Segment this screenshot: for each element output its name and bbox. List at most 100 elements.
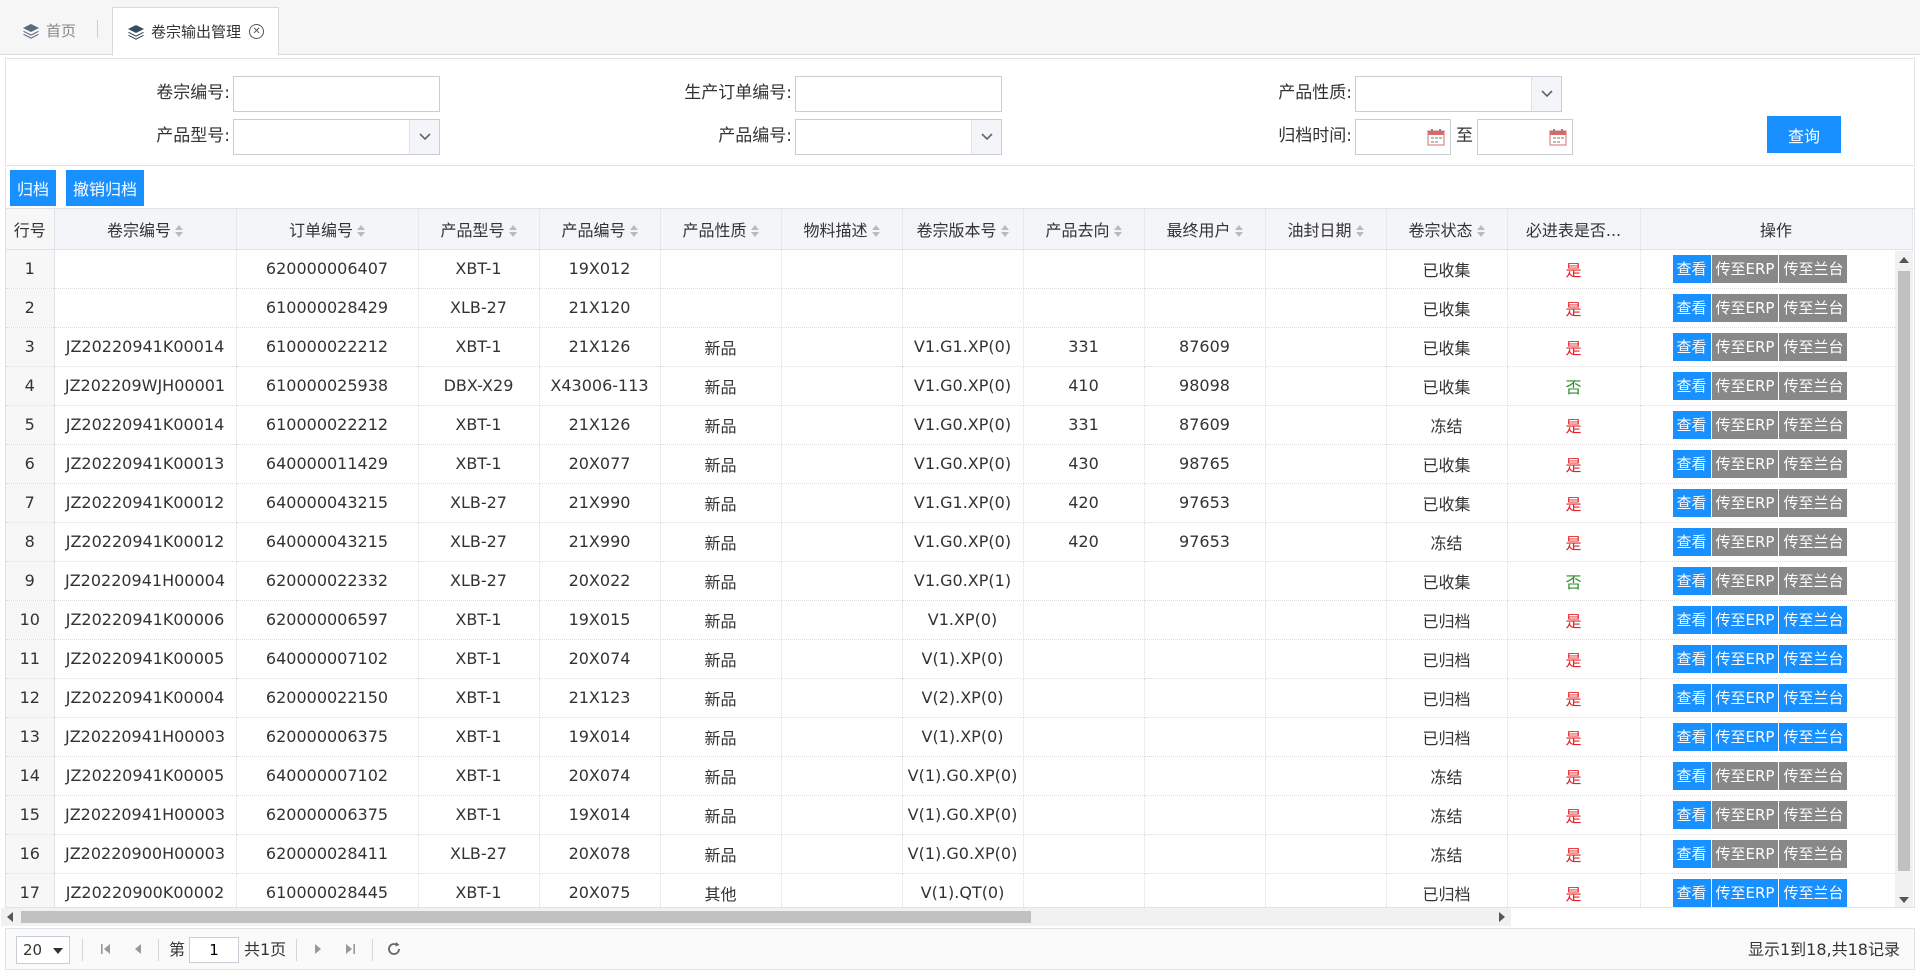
archive-button[interactable]: 归档 xyxy=(10,170,57,206)
scroll-right-icon[interactable] xyxy=(1499,912,1505,922)
sort-icon[interactable] xyxy=(750,225,759,238)
scroll-thumb[interactable] xyxy=(1898,271,1910,871)
view-button[interactable]: 查看 xyxy=(1672,878,1711,907)
table-row[interactable]: 8 JZ20220941K00012 640000043215 XLB-27 21X99… xyxy=(6,522,1913,562)
column-header[interactable]: 行号 xyxy=(6,209,55,250)
send-to-erp-button[interactable]: 传至ERP xyxy=(1711,527,1779,556)
view-button[interactable]: 查看 xyxy=(1672,566,1711,595)
send-to-erp-button[interactable]: 传至ERP xyxy=(1711,332,1779,361)
close-icon[interactable]: ✕ xyxy=(249,24,265,39)
table-row[interactable]: 13 JZ20220941H00003 620000006375 XBT-1 19X01… xyxy=(6,717,1913,757)
table-row[interactable]: 7 JZ20220941K00012 640000043215 XLB-27 21X99… xyxy=(6,483,1913,523)
table-row[interactable]: 1 620000006407 XBT-1 19X012 已收集是查看 传至ERP 传至兰台 xyxy=(6,249,1913,289)
calendar-icon[interactable] xyxy=(1549,128,1567,146)
send-to-lantai-button[interactable]: 传至兰台 xyxy=(1779,878,1848,907)
send-to-lantai-button[interactable]: 传至兰台 xyxy=(1779,722,1848,751)
first-page-icon[interactable] xyxy=(98,941,114,957)
prev-page-icon[interactable] xyxy=(130,941,146,957)
send-to-lantai-button[interactable]: 传至兰台 xyxy=(1779,800,1848,829)
view-button[interactable]: 查看 xyxy=(1672,410,1711,439)
column-header[interactable]: 物料描述 xyxy=(781,209,903,250)
tab-home[interactable]: 首页 xyxy=(8,6,90,55)
sort-icon[interactable] xyxy=(629,225,638,238)
table-row[interactable]: 11 JZ20220941K00005 640000007102 XBT-1 20X07… xyxy=(6,639,1913,679)
column-header[interactable]: 卷宗编号 xyxy=(54,209,237,250)
table-row[interactable]: 6 JZ20220941K00013 640000011429 XBT-1 20X077… xyxy=(6,444,1913,484)
archive-date-end[interactable] xyxy=(1477,119,1573,155)
column-header[interactable]: 油封日期 xyxy=(1265,209,1387,250)
view-button[interactable]: 查看 xyxy=(1672,371,1711,400)
case-no-input[interactable] xyxy=(233,76,440,112)
sort-icon[interactable] xyxy=(1355,225,1364,238)
unarchive-button[interactable]: 撤销归档 xyxy=(66,170,145,206)
calendar-icon[interactable] xyxy=(1427,128,1445,146)
send-to-erp-button[interactable]: 传至ERP xyxy=(1711,839,1779,868)
send-to-erp-button[interactable]: 传至ERP xyxy=(1711,254,1779,283)
column-header[interactable]: 产品性质 xyxy=(660,209,782,250)
table-row[interactable]: 15 JZ20220941H00003 620000006375 XBT-1 19X01… xyxy=(6,795,1913,835)
send-to-lantai-button[interactable]: 传至兰台 xyxy=(1779,293,1848,322)
column-header[interactable]: 最终用户 xyxy=(1144,209,1266,250)
view-button[interactable]: 查看 xyxy=(1672,293,1711,322)
horizontal-scrollbar[interactable] xyxy=(1,908,1511,926)
sort-icon[interactable] xyxy=(1113,225,1122,238)
sort-icon[interactable] xyxy=(508,225,517,238)
send-to-lantai-button[interactable]: 传至兰台 xyxy=(1779,254,1848,283)
table-row[interactable]: 17 JZ20220900K00002 610000028445 XBT-1 20X07… xyxy=(6,873,1913,907)
table-row[interactable]: 12 JZ20220941K00004 620000022150 XBT-1 21X12… xyxy=(6,678,1913,718)
scroll-up-icon[interactable] xyxy=(1899,257,1909,263)
column-header[interactable]: 卷宗状态 xyxy=(1386,209,1508,250)
send-to-erp-button[interactable]: 传至ERP xyxy=(1711,293,1779,322)
send-to-erp-button[interactable]: 传至ERP xyxy=(1711,566,1779,595)
table-row[interactable]: 9 JZ20220941H00004 620000022332 XLB-27 20X02… xyxy=(6,561,1913,601)
last-page-icon[interactable] xyxy=(342,941,358,957)
view-button[interactable]: 查看 xyxy=(1672,839,1711,868)
refresh-icon[interactable] xyxy=(386,941,402,957)
query-button[interactable]: 查询 xyxy=(1767,116,1841,153)
product-no-select[interactable] xyxy=(795,119,1002,155)
send-to-lantai-button[interactable]: 传至兰台 xyxy=(1779,839,1848,868)
send-to-erp-button[interactable]: 传至ERP xyxy=(1711,449,1779,478)
view-button[interactable]: 查看 xyxy=(1672,332,1711,361)
send-to-lantai-button[interactable]: 传至兰台 xyxy=(1779,683,1848,712)
model-select[interactable] xyxy=(233,119,440,155)
scroll-down-icon[interactable] xyxy=(1899,897,1909,903)
send-to-erp-button[interactable]: 传至ERP xyxy=(1711,410,1779,439)
vertical-scrollbar[interactable] xyxy=(1895,251,1913,907)
send-to-lantai-button[interactable]: 传至兰台 xyxy=(1779,527,1848,556)
nature-select[interactable] xyxy=(1355,76,1562,112)
view-button[interactable]: 查看 xyxy=(1672,254,1711,283)
view-button[interactable]: 查看 xyxy=(1672,800,1711,829)
column-header[interactable]: 必进表是否... xyxy=(1507,209,1641,250)
send-to-lantai-button[interactable]: 传至兰台 xyxy=(1779,644,1848,673)
column-header[interactable]: 产品编号 xyxy=(539,209,661,250)
column-header[interactable]: 产品型号 xyxy=(418,209,540,250)
scroll-left-icon[interactable] xyxy=(7,912,13,922)
table-row[interactable]: 4 JZ202209WJH00001 610000025938 DBX-X29 X430… xyxy=(6,366,1913,406)
view-button[interactable]: 查看 xyxy=(1672,605,1711,634)
send-to-erp-button[interactable]: 传至ERP xyxy=(1711,371,1779,400)
send-to-lantai-button[interactable]: 传至兰台 xyxy=(1779,605,1848,634)
sort-icon[interactable] xyxy=(175,225,183,238)
sort-icon[interactable] xyxy=(1234,225,1243,238)
view-button[interactable]: 查看 xyxy=(1672,527,1711,556)
tab-archive-output[interactable]: 卷宗输出管理 ✕ xyxy=(112,7,280,56)
send-to-erp-button[interactable]: 传至ERP xyxy=(1711,761,1779,790)
column-header[interactable]: 订单编号 xyxy=(236,209,419,250)
table-row[interactable]: 10 JZ20220941K00006 620000006597 XBT-1 19X01… xyxy=(6,600,1913,640)
view-button[interactable]: 查看 xyxy=(1672,722,1711,751)
send-to-erp-button[interactable]: 传至ERP xyxy=(1711,722,1779,751)
send-to-lantai-button[interactable]: 传至兰台 xyxy=(1779,332,1848,361)
column-header[interactable]: 操作 xyxy=(1640,209,1913,250)
page-size-select[interactable]: 20 xyxy=(16,936,70,964)
table-row[interactable]: 5 JZ20220941K00014 610000022212 XBT-1 21X126… xyxy=(6,405,1913,445)
scroll-thumb[interactable] xyxy=(21,911,1031,923)
send-to-lantai-button[interactable]: 传至兰台 xyxy=(1779,488,1848,517)
sort-icon[interactable] xyxy=(1476,225,1485,238)
sort-icon[interactable] xyxy=(357,225,365,238)
send-to-lantai-button[interactable]: 传至兰台 xyxy=(1779,566,1848,595)
column-header[interactable]: 产品去向 xyxy=(1023,209,1145,250)
send-to-lantai-button[interactable]: 传至兰台 xyxy=(1779,410,1848,439)
view-button[interactable]: 查看 xyxy=(1672,683,1711,712)
send-to-lantai-button[interactable]: 传至兰台 xyxy=(1779,761,1848,790)
